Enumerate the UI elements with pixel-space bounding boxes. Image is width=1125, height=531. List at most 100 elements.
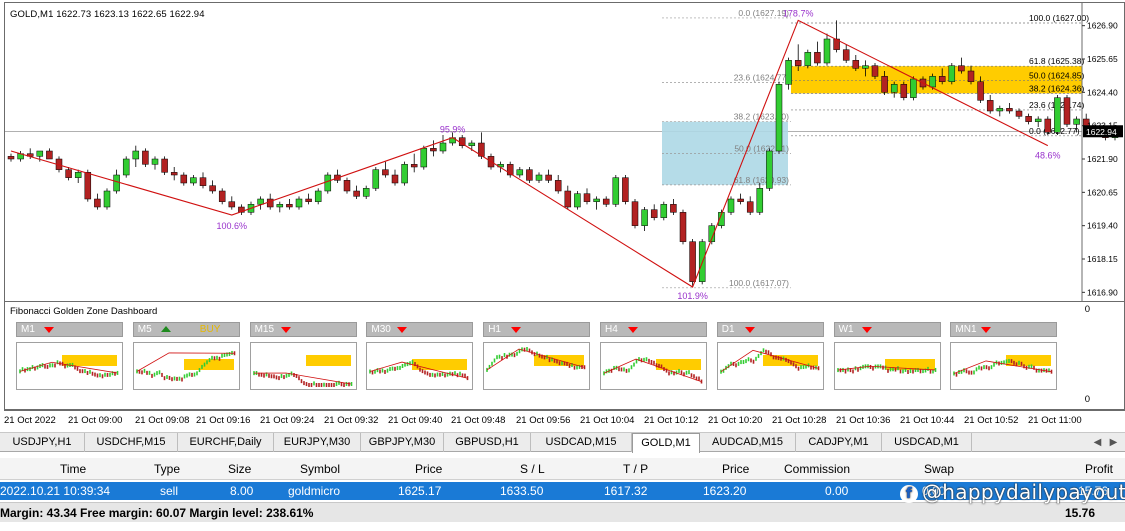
tab-usdcad-m1[interactable]: USDCAD,M1 — [882, 433, 972, 452]
position-size: 8.00 — [230, 484, 254, 498]
timeframe-header-m15[interactable]: M15 — [249, 322, 357, 337]
time-axis-label: 21 Oct 10:04 — [580, 415, 635, 426]
candle-body — [545, 174, 552, 181]
mini-chart-svg — [369, 359, 469, 381]
mini-chart-h1[interactable] — [483, 342, 591, 390]
candle-body — [871, 65, 879, 77]
timeframe-header-h1[interactable]: H1 — [483, 322, 591, 337]
col-commission[interactable]: Commission — [784, 462, 850, 476]
tab-scroll-right-icon[interactable]: ▶ — [1106, 435, 1121, 450]
price-axis-label: 1625.65 — [1087, 54, 1118, 64]
mini-chart-m30[interactable] — [366, 342, 474, 390]
symbol-tab-bar: ◀ ▶ USDJPY,H1 USDCHF,M15 EURCHF,Daily EURJP… — [0, 432, 1125, 453]
right-fib-label: 61.8 (1625.38) — [1029, 56, 1084, 66]
position-sl: 1633.50 — [500, 484, 544, 498]
mini-chart-d1[interactable] — [716, 342, 824, 390]
tab-audcad-m15[interactable]: AUDCAD,M15 — [700, 433, 796, 452]
candle-body — [324, 174, 332, 192]
price-axis-label: 1619.40 — [1087, 221, 1118, 231]
timeframe-header-mn1[interactable]: MN1 — [950, 322, 1058, 337]
time-axis-label: 21 Oct 10:44 — [900, 415, 955, 426]
col-tp[interactable]: T / P — [623, 462, 648, 476]
candle-body — [996, 108, 1004, 112]
mini-chart-m1[interactable] — [16, 342, 123, 390]
candle-body — [900, 84, 908, 98]
candle-body — [890, 84, 898, 93]
col-sl[interactable]: S / L — [520, 462, 545, 476]
candle-body — [1073, 118, 1080, 125]
candle-body — [113, 174, 120, 192]
candle-body — [180, 174, 188, 184]
mini-chart-h4[interactable] — [600, 342, 707, 390]
candle-body — [583, 193, 591, 202]
candle-body — [468, 142, 476, 146]
price-axis-label: 1624.40 — [1087, 87, 1118, 97]
tab-usdchf-m15[interactable]: USDCHF,M15 — [85, 433, 178, 452]
tab-usdcad-m15[interactable]: USDCAD,M15 — [531, 433, 632, 452]
mini-chart-svg — [486, 347, 586, 372]
tab-gbpusd-h1[interactable]: GBPUSD,H1 — [444, 433, 531, 452]
col-price[interactable]: Price — [415, 462, 442, 476]
candle-body — [65, 169, 72, 178]
col-time[interactable]: Time — [60, 462, 86, 476]
timeframe-label: MN1 — [955, 324, 977, 335]
time-axis-label: 21 Oct 10:36 — [836, 415, 891, 426]
candle-body — [420, 148, 428, 168]
terminal-window: 0.0 (1627.19) 23.6 (1624.77) 38.2 (1623.30… — [0, 0, 1125, 531]
candle-body — [1054, 97, 1061, 133]
tab-gbpjpy-m30[interactable]: GBPJPY,M30 — [361, 433, 444, 452]
mini-chart-m5[interactable] — [132, 342, 240, 390]
candle-body — [852, 60, 860, 69]
candle-body — [266, 198, 274, 208]
time-axis-label: 21 Oct 09:56 — [516, 415, 571, 426]
tab-eurjpy-m30[interactable]: EURJPY,M30 — [274, 433, 361, 452]
candle-body — [1044, 118, 1052, 133]
candle-body — [814, 52, 821, 64]
col-swap[interactable]: Swap — [924, 462, 954, 476]
col-profit[interactable]: Profit — [1085, 462, 1113, 476]
main-price-chart[interactable]: 0.0 (1627.19) 23.6 (1624.77) 38.2 (1623.30… — [4, 2, 1125, 303]
timeframe-header-d1[interactable]: D1 — [716, 322, 824, 337]
timeframe-header-m30[interactable]: M30 — [366, 322, 474, 337]
col-symbol[interactable]: Symbol — [300, 462, 340, 476]
candle-body — [170, 172, 178, 176]
position-symbol: goldmicro — [288, 484, 341, 498]
time-axis-label: 21 Oct 10:28 — [772, 415, 827, 426]
mini-chart-w1[interactable] — [833, 342, 941, 390]
candle-body — [74, 172, 82, 178]
candle-body — [862, 65, 869, 69]
timeframe-header-m1[interactable]: M1 — [16, 322, 123, 337]
tab-cadjpy-m1[interactable]: CADJPY,M1 — [796, 433, 882, 452]
watermark-text: @happydailypayouts — [922, 480, 1125, 504]
candle-body — [679, 212, 687, 242]
time-axis-label: 21 Oct 09:32 — [324, 415, 379, 426]
candle-body — [929, 76, 936, 88]
left-fib-label: 100.0 (1617.07) — [729, 278, 789, 288]
mini-chart-mn1[interactable] — [950, 342, 1058, 390]
timeframe-label: M1 — [21, 324, 35, 335]
tab-usdjpy-h1[interactable]: USDJPY,H1 — [0, 433, 85, 452]
tab-scroll-left-icon[interactable]: ◀ — [1090, 435, 1105, 450]
timeframe-header-h4[interactable]: H4 — [600, 322, 707, 337]
timeframe-label: M15 — [254, 324, 275, 335]
candle-body — [727, 198, 735, 213]
mini-chart-m15[interactable] — [249, 342, 357, 390]
col-size[interactable]: Size — [228, 462, 251, 476]
time-axis-label: 21 Oct 10:12 — [644, 415, 699, 426]
col-type[interactable]: Type — [154, 462, 180, 476]
candle-body — [564, 190, 572, 208]
timeframe-label: M5 — [137, 324, 152, 335]
mini-chart-svg — [19, 355, 119, 379]
timeframe-header-w1[interactable]: W1 — [833, 322, 941, 337]
trend-down-icon — [981, 327, 992, 333]
tab-gold-m1[interactable]: GOLD,M1 — [632, 433, 700, 453]
candle-body — [775, 84, 783, 152]
timeframe-header-m5[interactable]: M5 BUY — [132, 322, 240, 337]
candle-body — [199, 177, 207, 186]
candle-body — [343, 180, 351, 192]
right-fib-label: 38.2 (1624.36) — [1029, 83, 1084, 93]
position-open-price: 1625.17 — [398, 484, 442, 498]
col-current-price[interactable]: Price — [722, 462, 749, 476]
candlestick-chart-svg: 0.0 (1627.19)23.6 (1624.77)38.2 (1623.30… — [5, 3, 1123, 303]
tab-eurchf-daily[interactable]: EURCHF,Daily — [178, 433, 274, 452]
